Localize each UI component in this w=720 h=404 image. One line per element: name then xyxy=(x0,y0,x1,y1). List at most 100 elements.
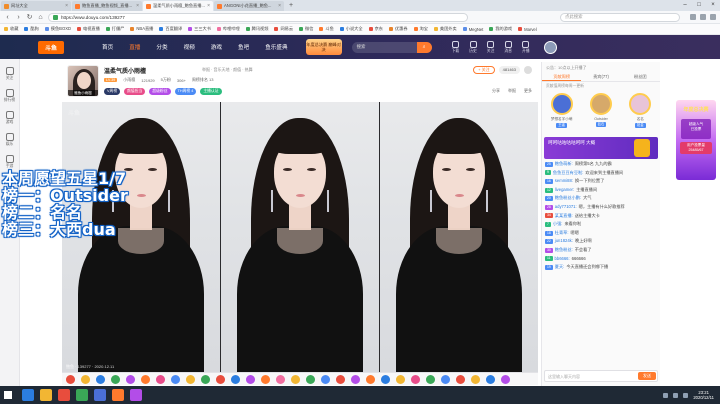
anchor-name[interactable]: 小雨檀 xyxy=(123,77,135,83)
gift-icon[interactable] xyxy=(306,374,315,384)
header-icon-1[interactable]: 历史 xyxy=(469,40,477,54)
user-avatar[interactable] xyxy=(543,40,557,54)
bookmark-item[interactable]: 摸鱼BOXD xyxy=(44,26,71,32)
gift-icon[interactable] xyxy=(216,374,225,384)
taskbar-app-icon[interactable] xyxy=(130,389,142,401)
bookmark-item[interactable]: 腾讯视频 xyxy=(245,26,268,32)
gift-icon[interactable] xyxy=(66,374,75,384)
rank-user-1[interactable]: 梦想名字小萌 王者 xyxy=(550,93,573,133)
extension-icon[interactable] xyxy=(690,14,696,20)
bookmark-item[interactable]: 微信 xyxy=(299,26,313,32)
sidebar-item-0[interactable]: 关注 xyxy=(0,67,19,81)
bookmark-item[interactable]: Marvel xyxy=(518,27,537,32)
browser-tab-2[interactable]: 温柔气质小雨檀_鲍鱼直播... × xyxy=(143,1,213,11)
gift-icon[interactable] xyxy=(396,374,405,384)
gift-icon[interactable] xyxy=(366,374,375,384)
gift-icon[interactable] xyxy=(321,374,330,384)
gift-icon[interactable] xyxy=(246,374,255,384)
volume-icon[interactable] xyxy=(673,392,679,398)
video-player[interactable]: 斗鱼 鲍鱼 · 139277 · 2020.12.11 xyxy=(62,102,538,372)
nav-item-2[interactable]: 分类 xyxy=(148,35,175,59)
taskbar-app-icon[interactable] xyxy=(76,389,88,401)
tab-weekly-rank[interactable]: 贡献周榜 xyxy=(542,72,582,81)
bookmark-item[interactable]: 小说大全 xyxy=(339,26,363,32)
bookmark-item[interactable]: MegNet xyxy=(462,27,483,32)
gift-icon[interactable] xyxy=(201,374,210,384)
rank-user-3[interactable]: 名名 铂金 xyxy=(629,93,652,133)
bookmark-item[interactable]: 我的游戏 xyxy=(489,26,512,32)
chat-nickname[interactable]: 小强: xyxy=(553,221,563,228)
taskbar-app-icon[interactable] xyxy=(112,389,124,401)
share-button[interactable]: 分享 xyxy=(492,88,500,94)
chat-nickname[interactable]: 某某直播: xyxy=(555,213,573,220)
site-logo[interactable]: 斗鱼 xyxy=(0,35,70,59)
gift-icon[interactable] xyxy=(171,374,180,384)
input-method-icon[interactable] xyxy=(683,392,689,398)
room-tag[interactable]: 颜值担当 xyxy=(124,88,146,95)
send-button[interactable]: 发送 xyxy=(638,372,656,380)
bookmark-item[interactable]: 网易云 xyxy=(274,26,293,32)
chat-nickname[interactable]: 杜青草: xyxy=(555,230,569,237)
bookmark-item[interactable]: 酷狗 xyxy=(24,26,39,32)
chat-nickname[interactable]: 鲍鱼萌新: xyxy=(555,161,573,168)
bookmark-item[interactable]: NBA直播 xyxy=(130,26,153,32)
gift-icon[interactable] xyxy=(291,374,300,384)
chat-nickname[interactable]: 鲍鱼粉丝: xyxy=(555,247,573,254)
header-icon-4[interactable]: 开播 xyxy=(522,40,530,54)
gift-icon[interactable] xyxy=(81,374,90,384)
nav-item-0[interactable]: 首页 xyxy=(94,35,121,59)
close-icon[interactable]: × xyxy=(278,3,281,9)
close-icon[interactable]: × xyxy=(65,3,68,9)
new-tab-icon[interactable]: + xyxy=(287,2,295,10)
header-icon-0[interactable]: 下载 xyxy=(452,40,459,54)
bookmark-item[interactable]: 打僵尸 xyxy=(105,26,124,32)
gift-icon[interactable] xyxy=(231,374,240,384)
maximize-icon[interactable]: □ xyxy=(692,0,706,11)
chat-nickname[interactable]: 鱼鱼豆豆有豆啦: xyxy=(553,170,583,177)
chat-nickname[interactable]: 鲍鱼粉丝小鹏: xyxy=(555,195,581,202)
chat-nickname[interactable]: bb6666: xyxy=(555,256,570,263)
gift-icon[interactable] xyxy=(141,374,150,384)
room-category[interactable]: 举报 · 音乐天地 · 颜值 · 热舞 xyxy=(202,67,253,73)
taskbar-app-icon[interactable] xyxy=(40,389,52,401)
gift-icon[interactable] xyxy=(186,374,195,384)
gift-icon[interactable] xyxy=(381,374,390,384)
nav-item-3[interactable]: 视频 xyxy=(176,35,203,59)
header-icon-2[interactable]: 关注 xyxy=(487,40,494,54)
bookmark-item[interactable]: 京东 xyxy=(368,26,383,32)
anchor-avatar[interactable]: 鲍鱼小雨檀 xyxy=(67,65,99,97)
sidebar-item-1[interactable]: 排行榜 xyxy=(0,89,19,103)
chat-nickname[interactable]: jun1824k: xyxy=(555,238,573,245)
sidebar-item-4[interactable]: 手游 xyxy=(0,155,19,169)
gift-icon[interactable] xyxy=(111,374,120,384)
bookmark-item[interactable]: 百度翻译 xyxy=(159,26,182,32)
bookmark-item[interactable]: 收藏 xyxy=(4,26,18,32)
room-tag[interactable]: V周榜 xyxy=(104,88,121,95)
gift-icon[interactable] xyxy=(336,374,345,384)
gift-icon[interactable] xyxy=(411,374,420,384)
chat-nickname[interactable]: livegamer: xyxy=(555,187,574,194)
taskbar-app-icon[interactable] xyxy=(58,389,70,401)
nav-item-1[interactable]: 直播 xyxy=(121,35,148,59)
gift-icon[interactable] xyxy=(96,374,105,384)
site-search-input[interactable]: 搜索 ⌕ xyxy=(351,41,432,53)
close-icon[interactable]: × xyxy=(207,3,210,9)
url-input[interactable]: https://www.douyu.com/139277 xyxy=(48,12,468,22)
gift-icon[interactable] xyxy=(276,374,285,384)
clock[interactable]: 23:21 2020/12/11 xyxy=(693,390,714,400)
nav-item-4[interactable]: 游戏 xyxy=(203,35,230,59)
bookmark-item[interactable]: 哔哩哔哩 xyxy=(216,26,240,32)
finals-promo-button[interactable]: 年度总决赛 巅峰对决 xyxy=(305,39,342,55)
nav-item-5[interactable]: 鱼吧 xyxy=(230,35,257,59)
room-tag[interactable]: 超级粉丝 xyxy=(149,88,171,95)
browser-search-input[interactable]: 点此搜索 xyxy=(560,12,680,22)
chat-nickname[interactable]: ady771071: xyxy=(555,204,577,211)
side-finals-promo[interactable]: 年度总决赛 超级人气 已投票 用户投票量 25485/67 xyxy=(676,100,716,180)
gift-icon[interactable] xyxy=(126,374,135,384)
network-icon[interactable] xyxy=(663,392,669,398)
room-tag[interactable]: TH周榜 4 xyxy=(174,88,197,95)
taskbar-app-icon[interactable] xyxy=(94,389,106,401)
room-tag[interactable]: 主播认证 xyxy=(200,88,222,95)
gift-icon[interactable] xyxy=(426,374,435,384)
gift-icon[interactable] xyxy=(261,374,270,384)
